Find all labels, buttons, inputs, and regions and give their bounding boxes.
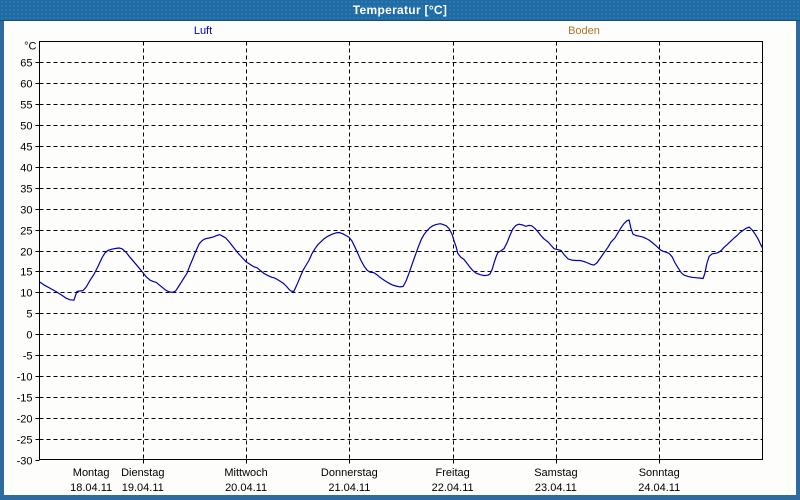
y-tick-label: -15: [17, 393, 33, 405]
grid-lines: [36, 42, 763, 464]
y-tick-label: 25: [20, 226, 32, 238]
temperature-chart: 65605550454035302520151050-5-10-15-20-25…: [0, 0, 800, 500]
y-tick-label: 45: [20, 142, 32, 154]
y-tick-label: 0: [26, 330, 32, 342]
x-day-name-label: Samstag: [534, 467, 577, 479]
y-tick-label: 55: [20, 100, 32, 112]
y-tick-label: 20: [20, 247, 32, 259]
y-tick-label: 10: [20, 288, 32, 300]
y-tick-label: 35: [20, 184, 32, 196]
y-tick-label: 30: [20, 205, 32, 217]
y-tick-label: -10: [17, 372, 33, 384]
axis-labels: 65605550454035302520151050-5-10-15-20-25…: [17, 41, 681, 495]
y-tick-label: 50: [20, 121, 32, 133]
y-tick-label: -25: [17, 435, 33, 447]
y-tick-label: 15: [20, 267, 32, 279]
chart-window: Temperatur [°C] Luft Boden 6560555045403…: [0, 0, 800, 500]
y-axis-unit-label: °C: [24, 41, 36, 53]
x-date-label: 22.04.11: [432, 482, 474, 494]
x-date-label: 20.04.11: [225, 482, 267, 494]
y-tick-label: -20: [17, 414, 33, 426]
x-date-label: 21.04.11: [328, 482, 370, 494]
x-date-label: 19.04.11: [122, 482, 164, 494]
x-day-name-label: Sonntag: [639, 467, 680, 479]
x-day-name-label: Dienstag: [121, 467, 164, 479]
x-day-name-label: Freitag: [436, 467, 470, 479]
y-tick-label: -30: [17, 456, 33, 468]
x-date-label: 18.04.11: [70, 482, 112, 494]
y-tick-label: 60: [20, 79, 32, 91]
x-day-name-label: Montag: [73, 467, 110, 479]
x-date-label: 23.04.11: [535, 482, 577, 494]
y-tick-label: -5: [23, 351, 33, 363]
y-tick-label: 40: [20, 163, 32, 175]
curve-luft: [40, 220, 763, 300]
x-day-name-label: Mittwoch: [224, 467, 267, 479]
x-day-name-label: Donnerstag: [321, 467, 378, 479]
y-tick-label: 5: [26, 309, 32, 321]
y-tick-label: 65: [20, 58, 32, 70]
x-date-label: 24.04.11: [638, 482, 680, 494]
